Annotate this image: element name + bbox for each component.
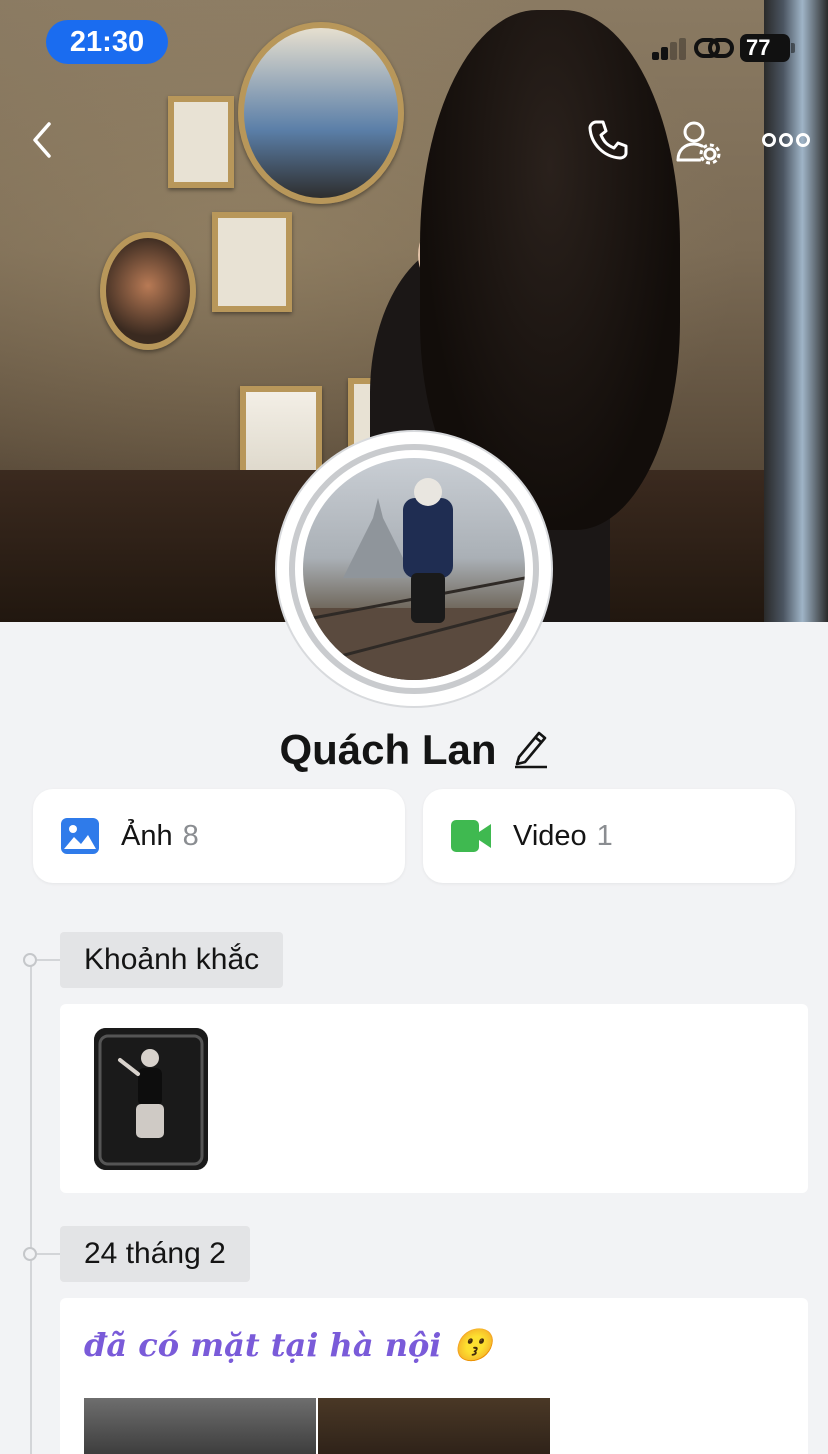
post-card[interactable]: đã có mặt tại hà nội 😗 — [60, 1298, 808, 1454]
avatar[interactable] — [303, 458, 525, 680]
chevron-left-icon — [33, 122, 51, 158]
videos-count: 1 — [596, 819, 613, 852]
post-photo-2[interactable] — [318, 1398, 550, 1454]
cover-frame-small-2 — [212, 212, 292, 312]
status-time: 21:30 — [46, 20, 168, 64]
moments-tag: Khoảnh khắc — [60, 932, 284, 988]
post-photo-1[interactable] — [84, 1398, 316, 1454]
profile-settings-button[interactable] — [670, 114, 726, 170]
moment-thumbnail[interactable] — [94, 1028, 208, 1170]
timeline-tick — [37, 959, 61, 961]
photos-count: 8 — [182, 819, 199, 852]
edit-name-button[interactable] — [513, 727, 549, 774]
moments-card — [60, 1004, 808, 1193]
image-icon — [61, 818, 99, 854]
call-button[interactable] — [580, 112, 636, 168]
link-icon — [694, 30, 734, 66]
back-button[interactable] — [14, 112, 70, 168]
battery-indicator: 77 — [740, 34, 795, 62]
post-caption: đã có mặt tại hà nội 😗 — [84, 1326, 493, 1364]
date-tag: 24 tháng 2 — [60, 1226, 250, 1282]
cover-window — [764, 0, 828, 622]
timeline-line — [30, 960, 32, 1454]
cover-frame-portrait — [100, 232, 196, 350]
pencil-icon — [514, 731, 547, 768]
videos-label: Video — [513, 819, 587, 852]
timeline-dot — [23, 1247, 37, 1261]
status-bar: 21:30 77 — [0, 0, 828, 84]
photos-card[interactable]: Ảnh 8 — [33, 789, 405, 883]
video-camera-icon — [451, 820, 491, 852]
videos-card[interactable]: Video 1 — [423, 789, 795, 883]
photos-label: Ảnh — [121, 819, 173, 852]
more-options-button[interactable] — [758, 112, 814, 168]
cellular-signal-icon — [652, 38, 690, 60]
phone-icon — [588, 120, 628, 160]
profile-name-row: Quách Lan — [0, 720, 828, 780]
more-horizontal-icon — [762, 133, 810, 147]
timeline-dot — [23, 953, 37, 967]
profile-screen: 21:30 77 Quách Lan Ảnh 8 Video 1 Khoảnh … — [0, 0, 828, 1454]
timeline-tick — [37, 1253, 61, 1255]
top-navigation — [0, 110, 828, 170]
user-settings-icon — [676, 121, 721, 165]
profile-name: Quách Lan — [279, 726, 497, 773]
